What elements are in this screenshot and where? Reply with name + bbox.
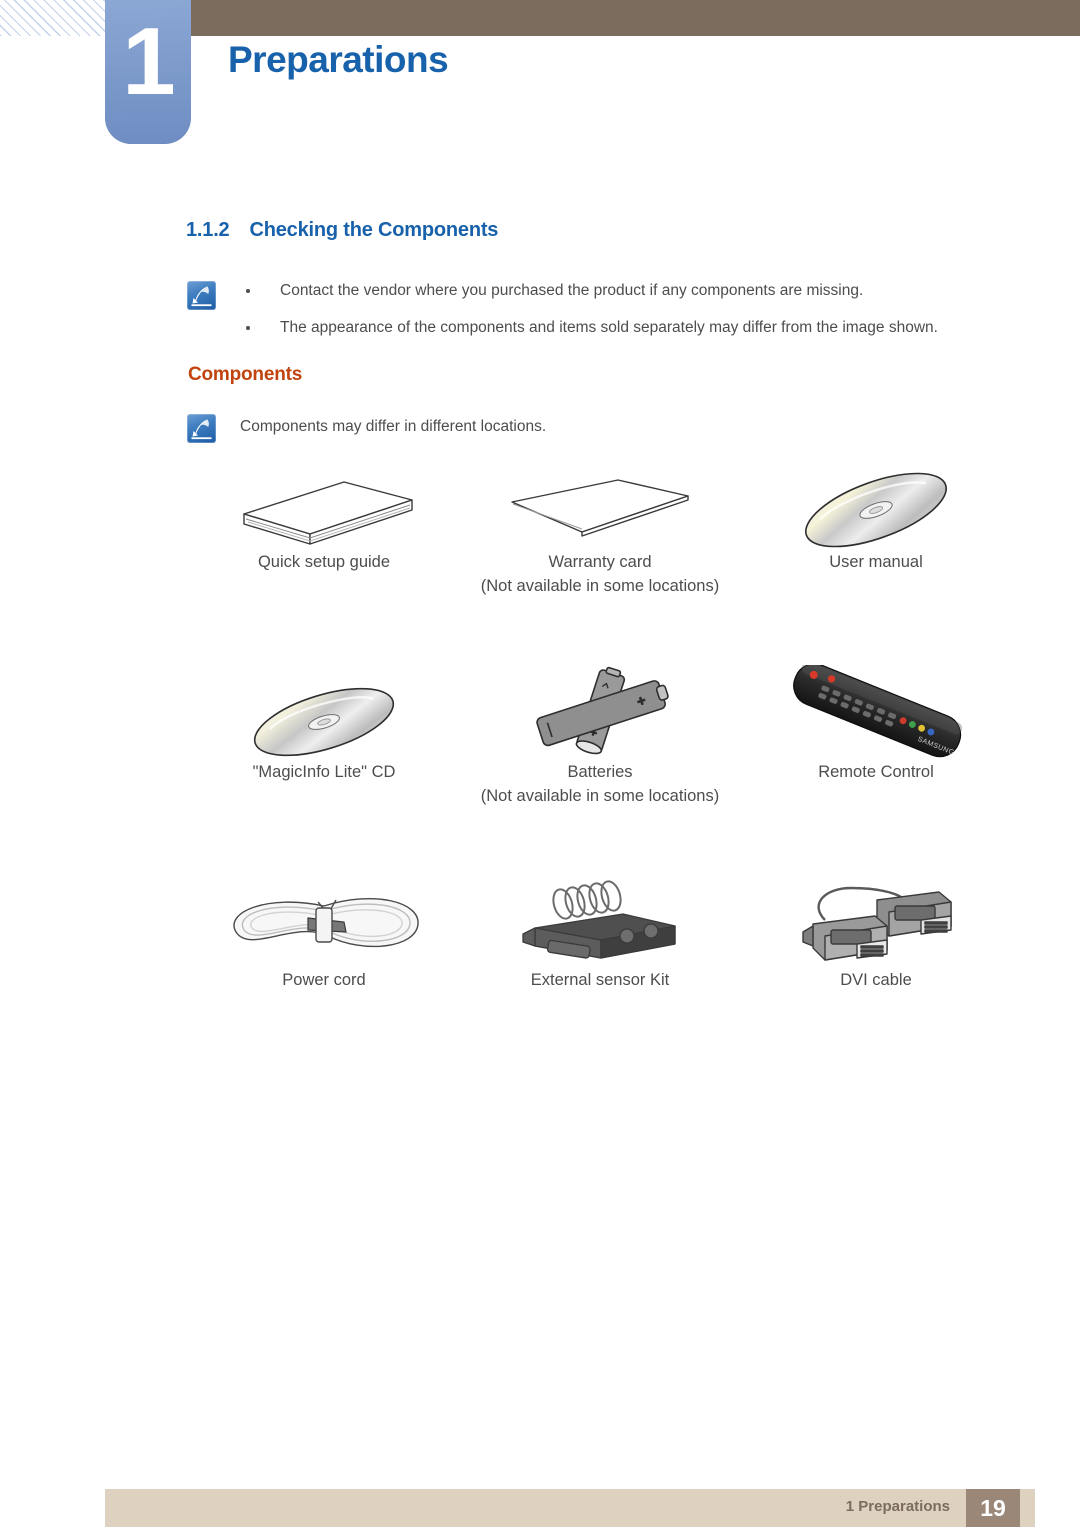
- section-title: Checking the Components: [249, 219, 499, 241]
- component-caption: Power cord: [186, 968, 462, 992]
- note-bullet-item: Contact the vendor where you purchased t…: [246, 280, 938, 302]
- component-item: User manual: [738, 455, 1014, 574]
- components-note-text: Components may differ in different locat…: [240, 418, 547, 435]
- note-pen-icon: [187, 281, 216, 310]
- component-label: Batteries: [567, 763, 633, 781]
- component-item: + + Batteries (Not available in some loc…: [462, 665, 738, 808]
- component-label: Quick setup guide: [257, 553, 391, 571]
- components-subheading: Components: [188, 364, 303, 385]
- component-caption: Batteries (Not available in some locatio…: [462, 760, 738, 808]
- chapter-number: 1: [122, 8, 175, 115]
- components-row: "MagicInfo Lite" CD + + Batteries (Not a…: [186, 665, 1016, 825]
- component-item: SAMSUNG Remote Control: [738, 665, 1014, 784]
- component-label: "MagicInfo Lite" CD: [252, 763, 396, 781]
- chapter-title: Preparations: [228, 39, 449, 80]
- component-label: Remote Control: [818, 763, 934, 781]
- component-item: "MagicInfo Lite" CD: [186, 665, 462, 784]
- component-item: External sensor Kit: [462, 873, 738, 992]
- footer-chapter-label: 1 Preparations: [845, 1498, 950, 1515]
- note-bullet-text: Contact the vendor where you purchased t…: [280, 282, 864, 299]
- components-grid: Quick setup guide Warranty card (Not ava…: [186, 455, 1016, 1033]
- note-pen-icon: [187, 414, 216, 443]
- section-number: 1.1.2: [186, 219, 230, 241]
- dvi-cable-icon: [738, 873, 1014, 968]
- note-bullet-text: The appearance of the components and ite…: [280, 319, 938, 336]
- cd-disc-icon: [186, 665, 462, 760]
- batteries-icon: + +: [462, 665, 738, 760]
- bullet-dot-icon: [246, 289, 250, 293]
- component-label: User manual: [829, 553, 923, 571]
- section-heading: 1.1.2 Checking the Components: [186, 219, 498, 242]
- component-caption: External sensor Kit: [462, 968, 738, 992]
- component-item: Power cord: [186, 873, 462, 992]
- component-caption: User manual: [738, 550, 1014, 574]
- component-caption: Quick setup guide: [186, 550, 462, 574]
- chapter-number-tab: 1: [105, 0, 191, 144]
- booklet-icon: [186, 455, 462, 550]
- external-sensor-kit-icon: [462, 873, 738, 968]
- component-item: DVI cable: [738, 873, 1014, 992]
- component-sublabel: (Not available in some locations): [480, 787, 720, 805]
- power-cord-icon: [186, 873, 462, 968]
- component-label: Power cord: [282, 971, 366, 989]
- component-item: Quick setup guide: [186, 455, 462, 574]
- component-caption: Warranty card (Not available in some loc…: [462, 550, 738, 598]
- component-label: External sensor Kit: [530, 971, 670, 989]
- component-caption: Remote Control: [738, 760, 1014, 784]
- component-sublabel: (Not available in some locations): [480, 577, 720, 595]
- page-number: 19: [966, 1489, 1020, 1527]
- component-item: Warranty card (Not available in some loc…: [462, 455, 738, 598]
- components-row: Quick setup guide Warranty card (Not ava…: [186, 455, 1016, 615]
- component-caption: "MagicInfo Lite" CD: [186, 760, 462, 784]
- cd-disc-icon: [738, 455, 1014, 550]
- remote-control-icon: SAMSUNG: [738, 665, 1014, 760]
- card-sheet-icon: [462, 455, 738, 550]
- bullet-dot-icon: [246, 326, 250, 330]
- component-label: Warranty card: [548, 553, 652, 571]
- component-caption: DVI cable: [738, 968, 1014, 992]
- component-label: DVI cable: [840, 971, 912, 989]
- header-brown-bar: [190, 0, 1080, 36]
- note-bullet-item: The appearance of the components and ite…: [246, 317, 938, 339]
- components-row: Power cord External sensor Kit DVI cable: [186, 873, 1016, 1033]
- top-note-bullets: Contact the vendor where you purchased t…: [246, 280, 938, 339]
- decorative-hatch-pattern: [0, 0, 108, 36]
